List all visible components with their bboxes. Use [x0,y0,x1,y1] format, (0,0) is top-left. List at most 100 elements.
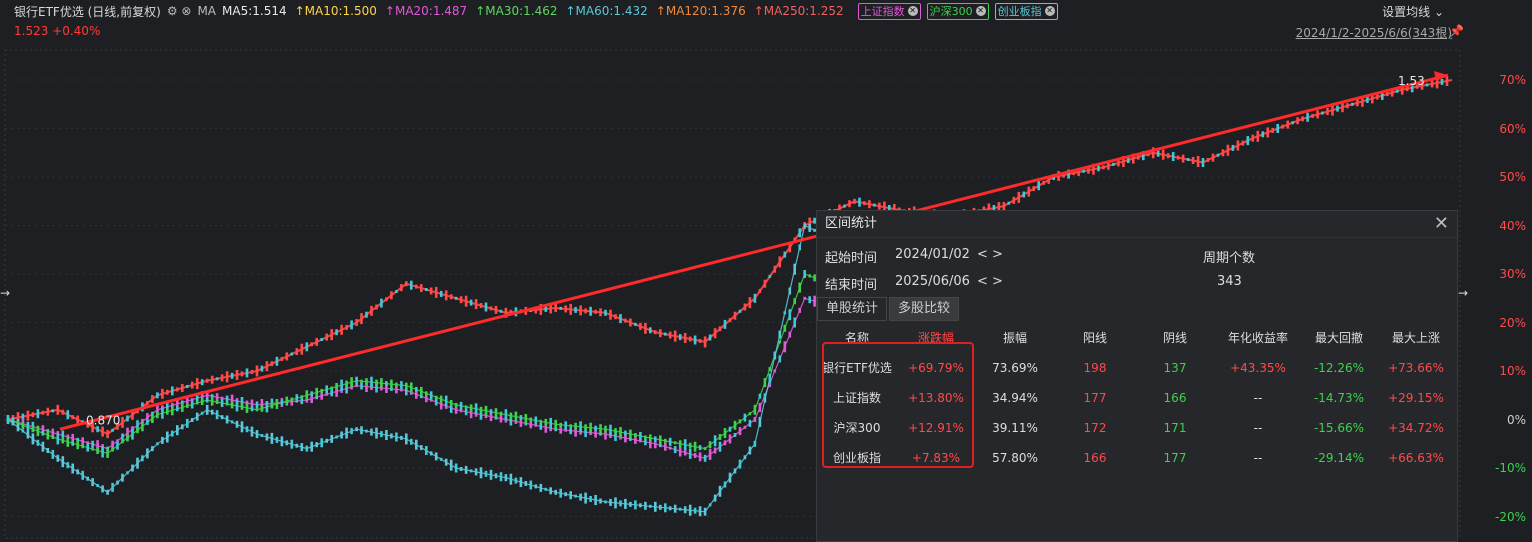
candle-bar [434,452,438,461]
close-icon[interactable]: ✕ [1434,213,1449,234]
candle-bar [798,244,801,251]
candle-bar [11,421,15,426]
candle-bar [275,399,279,409]
candle-bar [46,407,50,416]
end-nav-arrows[interactable]: < > [977,274,1003,289]
candle-bar [1216,153,1220,157]
candle-bar [410,280,413,290]
candle-bar [708,503,712,507]
candle-bar [534,484,538,489]
start-nav-arrows[interactable]: < > [977,247,1003,262]
arrow-left-icon[interactable]: → [0,286,10,300]
candle-bar [66,462,70,469]
candle-bar [549,487,552,495]
candle-bar [614,428,617,435]
price-change: 1.523 +0.40% [14,24,101,38]
candle-bar [265,401,269,413]
candle-bar [260,365,264,372]
candle-bar [479,406,483,413]
tab-multi[interactable]: 多股比较 [889,297,960,321]
candle-bar [733,311,737,320]
compare-tag[interactable]: 上证指数 ✕ [857,2,921,20]
candle-bar [86,443,89,452]
table-cell-up: +73.66% [1388,361,1444,375]
gear-icon[interactable]: ⚙ ⊗ [167,4,192,18]
candle-bar [848,200,851,208]
arrow-right-icon[interactable]: → [1458,286,1468,300]
candle-bar [1196,156,1200,167]
tab-single[interactable]: 单股统计 [817,297,888,321]
candle-bar [415,439,418,450]
candle-bar [629,318,632,327]
candle-bar [569,424,572,428]
remove-tag-icon[interactable]: ✕ [975,6,986,16]
table-header-cell[interactable]: 振幅 [975,323,1055,353]
table-header-cell[interactable]: 最大上涨 [1377,323,1455,353]
candle-bar [474,403,478,415]
candle-bar [425,288,428,291]
compare-tag-label: 上证指数 [860,5,905,18]
candle-bar [365,378,368,386]
table-header-cell[interactable]: 最大回撤 [1301,323,1377,353]
candle-bar [126,434,129,442]
candle-bar [101,446,104,458]
candle-bar [245,368,249,378]
candle-bar [290,397,294,402]
remove-tag-icon[interactable]: ✕ [907,6,918,16]
candle-bar [355,376,358,385]
candle-bar [335,435,338,439]
candle-bar [753,440,757,447]
candle-bar [484,405,488,416]
table-header-cell[interactable]: 阳线 [1055,323,1135,353]
candle-bar [609,309,612,320]
candle-bar [439,395,443,403]
high-price-label: 1.53 [1398,74,1425,88]
candle-bar [1007,201,1011,205]
candle-bar [1191,157,1195,164]
range-info-link[interactable]: 2024/1/2-2025/6/6(343根) [1296,24,1452,41]
candle-bar [678,334,682,341]
candle-bar [300,443,304,452]
compare-tag[interactable]: 沪深300 ✕ [926,2,989,20]
table-header-cell[interactable]: 年化收益率 [1215,323,1301,353]
candle-bar [629,429,632,439]
candle-bar [245,402,249,413]
candle-bar [76,440,79,450]
candle-bar [1376,94,1379,100]
candle-bar [280,436,284,447]
candle-bar [639,503,642,508]
candle-bar [609,498,612,506]
candle-bar [126,415,129,422]
candle-bar [579,421,582,433]
candle-bar [1246,136,1250,146]
candle-bar [210,375,214,384]
candle-bar [564,492,567,497]
table-header-cell[interactable]: 阴线 [1135,323,1215,353]
pin-icon[interactable]: 📌 [1449,24,1464,38]
candle-bar [56,433,60,445]
candle-bar [405,382,408,389]
candle-bar [1276,124,1279,133]
candle-bar [1017,191,1021,203]
candle-bar [171,405,174,416]
candle-bar [210,409,214,415]
candle-bar [315,387,318,397]
candle-bar [390,291,393,300]
candle-bar [220,415,224,420]
candle-bar [350,428,353,435]
candle-bar [668,446,672,450]
candle-bar [1097,165,1100,172]
candle-bar [215,377,219,381]
candle-bar [106,430,109,439]
ma-settings-button[interactable]: 设置均线 ⌄ [1382,3,1444,20]
candle-bar [494,408,498,418]
candle-bar [275,356,279,366]
candle-bar [649,504,652,508]
start-time-value: 2024/01/02 [895,247,970,262]
compare-tag[interactable]: 创业板指 ✕ [994,2,1058,20]
candle-bar [390,379,393,389]
candle-bar [330,434,333,443]
remove-tag-icon[interactable]: ✕ [1044,6,1055,16]
candle-bar [748,446,752,455]
candle-bar [698,445,702,451]
